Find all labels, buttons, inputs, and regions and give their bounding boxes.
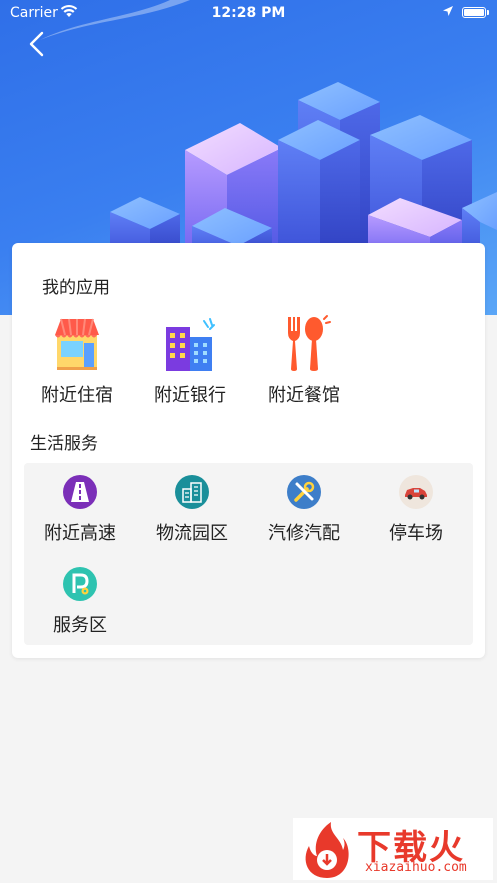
service-label: 停车场 (389, 523, 443, 544)
service-service-area[interactable]: 服务区 (24, 567, 136, 637)
service-nearby-highway[interactable]: 附近高速 (24, 475, 136, 545)
chevron-left-icon (29, 31, 44, 57)
app-nearby-lodging[interactable]: 附近住宿 (27, 313, 127, 407)
app-label: 附近银行 (154, 385, 226, 406)
service-label: 物流园区 (156, 523, 228, 544)
parking-icon (63, 567, 97, 601)
buildings-icon (160, 313, 220, 373)
app-label: 附近住宿 (41, 385, 113, 406)
service-logistics-park[interactable]: 物流园区 (136, 475, 248, 545)
buildings-icon (175, 475, 209, 509)
status-bar: Carrier 12:28 PM (0, 0, 497, 26)
service-label: 服务区 (53, 615, 107, 636)
fork-spoon-icon (274, 313, 334, 373)
service-parking-lot[interactable]: 停车场 (360, 475, 472, 545)
wrench-screwdriver-icon (287, 475, 321, 509)
my-apps-title: 我的应用 (42, 278, 110, 298)
back-button[interactable] (22, 28, 54, 60)
service-auto-repair[interactable]: 汽修汽配 (248, 475, 360, 545)
location-arrow-icon (442, 5, 454, 21)
app-nearby-restaurant[interactable]: 附近餐馆 (254, 313, 354, 407)
watermark-url: xiazaihuo.com (365, 860, 467, 875)
life-services-title: 生活服务 (30, 434, 98, 454)
app-label: 附近餐馆 (268, 385, 340, 406)
service-label: 汽修汽配 (268, 523, 340, 544)
flame-logo-icon (305, 822, 349, 878)
car-icon (399, 475, 433, 509)
life-services-grid: 附近高速 物流园区 汽修汽配 停车场 服务区 (24, 463, 473, 645)
shop-icon (47, 313, 107, 373)
services-card: 我的应用 附近住宿 附近银行 附近餐馆 生活服务 附近高速 物流园区 汽修汽配 … (12, 243, 485, 658)
road-icon (63, 475, 97, 509)
watermark-logo: 下载火 xiazaihuo.com (293, 818, 493, 880)
battery-tip (487, 10, 489, 15)
clock: 12:28 PM (211, 5, 286, 21)
battery-icon (462, 7, 486, 18)
service-label: 附近高速 (44, 523, 116, 544)
app-nearby-bank[interactable]: 附近银行 (140, 313, 240, 407)
